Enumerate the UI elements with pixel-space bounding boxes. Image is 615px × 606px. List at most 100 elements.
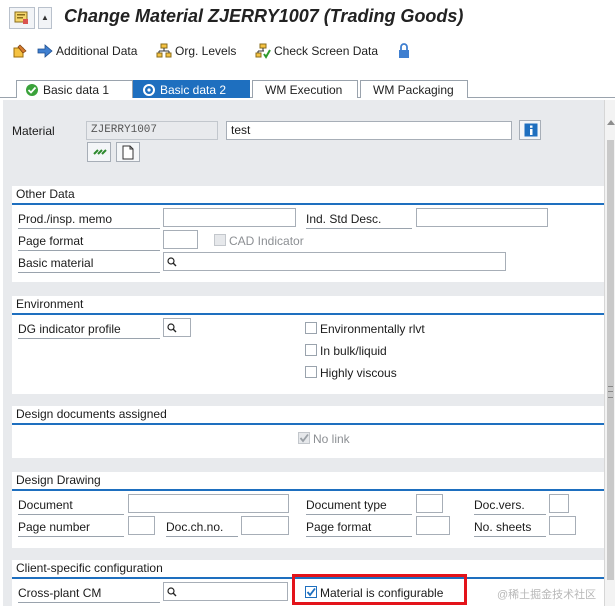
- tab-strip: Basic data 1 Basic data 2 WM Execution W…: [0, 78, 615, 98]
- doc-ch-no-label: Doc.ch.no.: [166, 520, 224, 534]
- lock-icon: [399, 43, 409, 58]
- environmentally-rlvt-label: Environmentally rlvt: [320, 322, 425, 336]
- label-underline: [166, 536, 238, 537]
- tab-label: Basic data 1: [43, 82, 110, 97]
- org-levels-icon: [156, 43, 172, 58]
- group-title: Client-specific configuration: [16, 561, 163, 575]
- title-bar: ▲ Change Material ZJERRY1007 (Trading Go…: [0, 0, 615, 34]
- drawing-page-format-input[interactable]: [416, 516, 450, 535]
- cross-plant-cm-input[interactable]: [163, 582, 288, 601]
- prod-insp-memo-input[interactable]: [163, 208, 296, 227]
- material-number-field: ZJERRY1007: [86, 121, 218, 140]
- label-underline: [18, 514, 124, 515]
- label-underline: [306, 228, 412, 229]
- check-screen-data-label: Check Screen Data: [274, 44, 379, 58]
- cross-plant-cm-label: Cross-plant CM: [18, 586, 102, 600]
- label-underline: [18, 536, 124, 537]
- basic-material-input[interactable]: [163, 252, 506, 271]
- scroll-up-icon[interactable]: [607, 120, 615, 125]
- group-title: Other Data: [16, 187, 75, 201]
- info-button[interactable]: [519, 120, 541, 140]
- in-bulk-liquid-label: In bulk/liquid: [320, 344, 387, 358]
- link-icon: [93, 149, 107, 155]
- label-underline: [18, 250, 160, 251]
- document-type-input[interactable]: [416, 494, 443, 513]
- document-input[interactable]: [128, 494, 289, 513]
- document-type-label: Document type: [306, 498, 387, 512]
- ind-std-desc-label: Ind. Std Desc.: [306, 212, 382, 226]
- page-format-label: Page format: [18, 234, 84, 248]
- label-underline: [18, 228, 160, 229]
- org-levels-button[interactable]: Org. Levels: [156, 41, 236, 61]
- watermark: @稀土掘金技术社区: [497, 589, 597, 601]
- page-number-input[interactable]: [128, 516, 155, 535]
- cad-indicator-label: CAD Indicator: [229, 234, 304, 248]
- group-title: Design documents assigned: [16, 407, 167, 421]
- vertical-scrollbar[interactable]: [604, 100, 615, 606]
- page-format-input[interactable]: [163, 230, 198, 249]
- in-bulk-liquid-checkbox[interactable]: [305, 344, 317, 356]
- tab-basic-data-1[interactable]: Basic data 1: [16, 80, 133, 98]
- no-link-checkbox: [298, 432, 310, 444]
- document-label: Document: [18, 498, 73, 512]
- arrow-right-icon: [37, 44, 53, 58]
- info-icon: [524, 123, 538, 137]
- label-underline: [18, 272, 160, 273]
- display-change-icon: [13, 44, 27, 58]
- search-icon[interactable]: [167, 323, 177, 333]
- tab-wm-packaging[interactable]: WM Packaging: [360, 80, 468, 98]
- material-description-input[interactable]: test: [226, 121, 512, 140]
- no-link-label: No link: [313, 432, 350, 446]
- ind-std-desc-input[interactable]: [416, 208, 548, 227]
- cad-indicator-checkbox: [214, 234, 226, 246]
- document-icon: [122, 145, 134, 160]
- link-button[interactable]: [87, 142, 111, 162]
- label-underline: [18, 602, 160, 603]
- tab-label: WM Execution: [265, 82, 343, 97]
- search-icon[interactable]: [167, 587, 177, 597]
- scroll-grip-icon: [608, 386, 613, 398]
- check-screen-data-button[interactable]: Check Screen Data: [255, 41, 378, 61]
- doc-vers-input[interactable]: [549, 494, 569, 513]
- checkmark-icon: [299, 433, 309, 443]
- scrollbar-thumb[interactable]: [607, 140, 614, 580]
- menu-dropdown-arrow-icon[interactable]: ▲: [38, 7, 52, 29]
- window-title: Change Material ZJERRY1007 (Trading Good…: [64, 6, 464, 26]
- additional-data-label: Additional Data: [56, 44, 138, 58]
- label-underline: [18, 338, 160, 339]
- no-sheets-input[interactable]: [549, 516, 576, 535]
- highly-viscous-label: Highly viscous: [320, 366, 397, 380]
- highlight-box: [292, 574, 467, 605]
- prod-insp-memo-label: Prod./insp. memo: [18, 212, 113, 226]
- group-divider: [12, 489, 604, 491]
- doc-vers-label: Doc.vers.: [474, 498, 525, 512]
- label-underline: [306, 536, 412, 537]
- settings-icon: [143, 83, 155, 96]
- label-underline: [474, 536, 546, 537]
- application-toolbar: Additional Data Org. Levels Check Screen…: [0, 38, 615, 64]
- group-divider: [12, 313, 604, 315]
- additional-data-button[interactable]: Additional Data: [37, 41, 137, 61]
- tab-label: Basic data 2: [160, 82, 227, 97]
- label-underline: [306, 514, 412, 515]
- search-icon[interactable]: [167, 257, 177, 267]
- tab-basic-data-2[interactable]: Basic data 2: [133, 80, 250, 98]
- dg-indicator-profile-label: DG indicator profile: [18, 322, 121, 336]
- no-sheets-label: No. sheets: [474, 520, 532, 534]
- display-change-button[interactable]: [12, 41, 31, 61]
- material-label: Material: [12, 124, 55, 138]
- lock-button[interactable]: [397, 41, 414, 61]
- group-title: Design Drawing: [16, 473, 101, 487]
- highly-viscous-checkbox[interactable]: [305, 366, 317, 378]
- drawing-page-format-label: Page format: [306, 520, 372, 534]
- environmentally-rlvt-checkbox[interactable]: [305, 322, 317, 334]
- page-number-label: Page number: [18, 520, 91, 534]
- doc-ch-no-input[interactable]: [241, 516, 289, 535]
- tab-wm-execution[interactable]: WM Execution: [252, 80, 358, 98]
- document-button[interactable]: [116, 142, 140, 162]
- check-screen-data-icon: [255, 43, 271, 59]
- menu-button[interactable]: [9, 7, 35, 29]
- org-levels-label: Org. Levels: [175, 44, 237, 58]
- label-underline: [474, 514, 546, 515]
- basic-material-label: Basic material: [18, 256, 94, 270]
